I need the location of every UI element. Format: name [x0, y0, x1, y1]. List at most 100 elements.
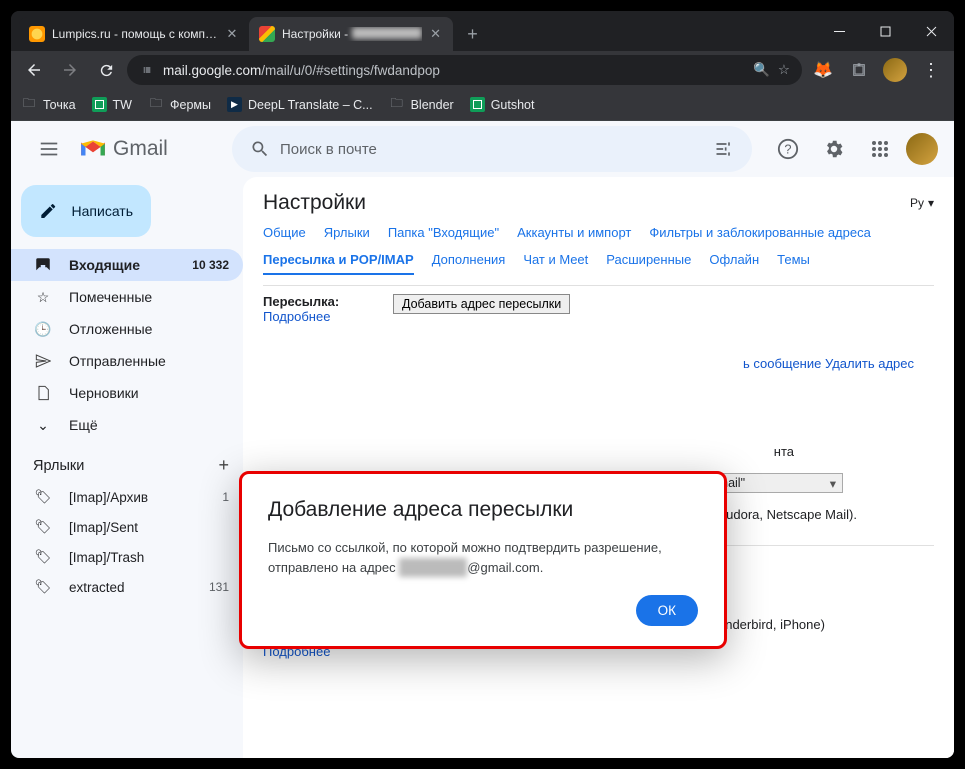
settings-tab[interactable]: Общие	[263, 225, 306, 246]
search-icon[interactable]	[240, 139, 280, 159]
label-count: 1	[222, 490, 229, 504]
close-window-button[interactable]	[908, 11, 954, 51]
send-icon	[33, 351, 53, 371]
settings-pane: Настройки Ру ▾ Общие Ярлыки Папка "Входя…	[243, 177, 954, 758]
label-item[interactable]: 🏷[Imap]/Sent	[11, 512, 243, 542]
label-item[interactable]: 🏷[Imap]/Архив1	[11, 482, 243, 512]
bookmark-item[interactable]: 🗀Blender	[389, 97, 454, 113]
settings-tab[interactable]: Расширенные	[606, 252, 691, 275]
compose-label: Написать	[72, 203, 133, 219]
tab-title: Настройки - xxxxxxxxxx	[282, 27, 422, 41]
nav-label: Отправленные	[69, 353, 166, 369]
add-forwarding-address-button[interactable]: Добавить адрес пересылки	[393, 294, 570, 314]
gear-icon[interactable]	[814, 129, 854, 169]
address-bar[interactable]: mail.google.com/mail/u/0/#settings/fwdan…	[127, 55, 802, 85]
ok-button[interactable]: ОК	[636, 595, 698, 626]
main-menu-button[interactable]	[27, 127, 71, 171]
new-tab-button[interactable]: +	[459, 20, 487, 48]
inbox-icon	[33, 255, 53, 275]
site-info-icon[interactable]	[139, 62, 155, 78]
folder-icon: 🗀	[21, 97, 37, 113]
star-icon[interactable]: ☆	[778, 62, 790, 78]
nav-starred[interactable]: ☆Помеченные	[11, 281, 243, 313]
favicon-lumpics	[29, 26, 45, 42]
settings-tab-forwarding[interactable]: Пересылка и POP/IMAP	[263, 252, 414, 275]
nav-label: Входящие	[69, 257, 140, 273]
settings-tab[interactable]: Офлайн	[709, 252, 759, 275]
nav-label: Черновики	[69, 385, 139, 401]
settings-tab[interactable]: Фильтры и заблокированные адреса	[649, 225, 870, 246]
gmail-logo-text: Gmail	[113, 137, 168, 161]
settings-tab[interactable]: Темы	[777, 252, 810, 275]
browser-menu-button[interactable]: ⋮	[916, 55, 946, 85]
deepl-icon: ▶	[227, 97, 242, 112]
label-item[interactable]: 🏷 [Imap]/Trash	[11, 542, 243, 572]
settings-tab[interactable]: Дополнения	[432, 252, 506, 275]
apps-icon[interactable]	[860, 129, 900, 169]
reload-button[interactable]	[91, 55, 121, 85]
extension-icon[interactable]	[844, 55, 874, 85]
browser-tab-gmail[interactable]: Настройки - xxxxxxxxxx ✕	[249, 17, 453, 51]
sheets-icon	[470, 97, 485, 112]
settings-tab[interactable]: Ярлыки	[324, 225, 370, 246]
label-text: [Imap]/Архив	[69, 490, 148, 505]
gmail-logo[interactable]: Gmail	[79, 137, 224, 161]
back-button[interactable]	[19, 55, 49, 85]
extension-metamask-icon[interactable]: 🦊	[808, 55, 838, 85]
help-icon[interactable]: ?	[768, 129, 808, 169]
add-label-button[interactable]: +	[218, 455, 229, 476]
nav-inbox[interactable]: Входящие 10 332	[11, 249, 243, 281]
delete-address-link[interactable]: Удалить адрес	[825, 356, 914, 371]
bookmark-item[interactable]: TW	[92, 97, 132, 112]
bookmarks-bar: 🗀Точка TW 🗀Фермы ▶DeepL Translate – C...…	[11, 89, 954, 121]
nav-drafts[interactable]: Черновики	[11, 377, 243, 409]
label-text: [Imap]/Trash	[69, 550, 144, 565]
bookmark-item[interactable]: Gutshot	[470, 97, 535, 112]
label-item[interactable]: 🏷extracted131	[11, 572, 243, 602]
close-icon[interactable]: ✕	[429, 27, 443, 41]
label-icon: 🏷	[33, 517, 53, 537]
settings-tab[interactable]: Чат и Meet	[523, 252, 588, 275]
bookmark-item[interactable]: 🗀Точка	[21, 97, 76, 113]
avatar[interactable]	[906, 133, 938, 165]
settings-title: Настройки	[263, 191, 366, 215]
nav-snoozed[interactable]: 🕒 Отложенные	[11, 313, 243, 345]
lang-select[interactable]: Ру ▾	[910, 196, 934, 210]
text-fragment: нта	[774, 444, 794, 459]
clock-icon: 🕒	[33, 319, 53, 339]
compose-button[interactable]: Написать	[21, 185, 151, 237]
maximize-button[interactable]	[862, 11, 908, 51]
modal-text: Письмо со ссылкой, по которой можно подт…	[268, 538, 698, 577]
search-input[interactable]: Поиск в почте	[280, 141, 704, 158]
close-icon[interactable]: ✕	[225, 27, 239, 41]
nav-count: 10 332	[192, 258, 229, 272]
star-icon: ☆	[33, 287, 53, 307]
nav-label: Отложенные	[69, 321, 152, 337]
sheets-icon	[92, 97, 107, 112]
forwarding-confirm-modal: Добавление адреса пересылки Письмо со сс…	[239, 471, 727, 649]
favicon-gmail	[259, 26, 275, 42]
tune-icon[interactable]	[704, 139, 744, 159]
bookmark-item[interactable]: 🗀Фермы	[148, 97, 211, 113]
folder-icon: 🗀	[389, 97, 405, 113]
nav-label: Ещё	[69, 417, 98, 433]
forward-button[interactable]	[55, 55, 85, 85]
bookmark-item[interactable]: ▶DeepL Translate – C...	[227, 97, 373, 112]
nav-sent[interactable]: Отправленные	[11, 345, 243, 377]
browser-tab-lumpics[interactable]: Lumpics.ru - помощь с компью ✕	[19, 17, 249, 51]
zoom-icon[interactable]: 🔍	[753, 62, 770, 78]
draft-icon	[33, 383, 53, 403]
settings-tab[interactable]: Папка "Входящие"	[388, 225, 499, 246]
learn-more-link[interactable]: Подробнее	[263, 309, 330, 324]
nav-more[interactable]: ⌄ Ещё	[11, 409, 243, 441]
settings-tab[interactable]: Аккаунты и импорт	[517, 225, 631, 246]
svg-text:?: ?	[784, 142, 791, 157]
browser-avatar[interactable]	[880, 55, 910, 85]
label-icon: 🏷	[33, 547, 53, 567]
label-count: 131	[209, 580, 229, 594]
link[interactable]: ь сообщение	[743, 356, 821, 371]
search-bar[interactable]: Поиск в почте	[232, 126, 752, 172]
chevron-down-icon: ⌄	[33, 415, 53, 435]
modal-title: Добавление адреса пересылки	[268, 498, 698, 522]
minimize-button[interactable]	[816, 11, 862, 51]
